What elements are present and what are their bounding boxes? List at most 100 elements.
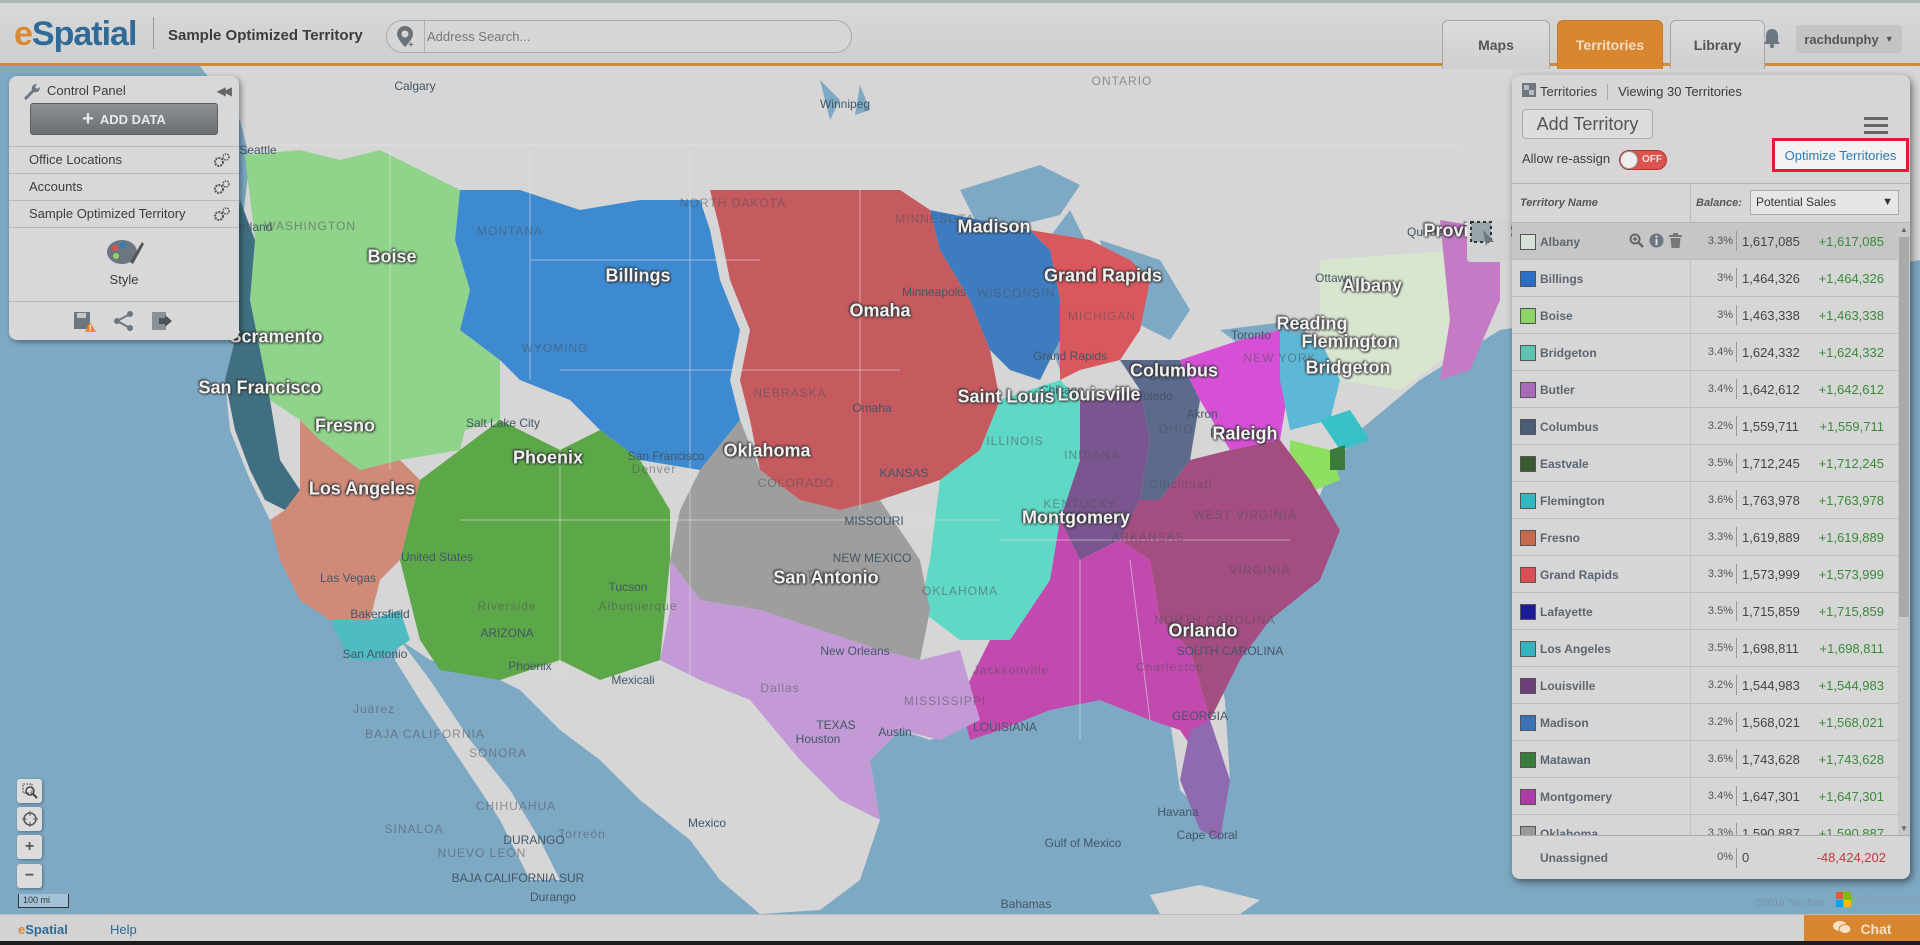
territory-row[interactable]: Montgomery 3.4% 1,647,301 +1,647,301	[1512, 778, 1898, 815]
user-menu[interactable]: rachdunphy ▼	[1796, 25, 1902, 53]
territory-difference: +1,619,889	[1818, 530, 1884, 545]
territory-label: Omaha	[849, 300, 911, 321]
place-label: CHIHUAHUA	[475, 799, 557, 813]
place-label: Gulf of Mexico	[1044, 836, 1122, 850]
optimize-territories-link[interactable]: Optimize Territories	[1785, 148, 1897, 163]
territory-difference: +1,647,301	[1818, 789, 1884, 804]
territory-row[interactable]: Boise 3% 1,463,338 +1,463,338	[1512, 297, 1898, 334]
place-label: VIRGINIA	[1229, 563, 1291, 577]
lasso-select-button[interactable]	[1467, 218, 1511, 262]
place-label: NUEVO LEÓN	[437, 846, 527, 860]
territory-row[interactable]: Lafayette 3.5% 1,715,859 +1,715,859	[1512, 593, 1898, 630]
territory-value: 1,712,245	[1742, 456, 1800, 471]
layer-accounts[interactable]: Accounts	[9, 173, 239, 200]
territory-row[interactable]: Billings 3% 1,464,326 +1,464,326	[1512, 260, 1898, 297]
add-territory-button[interactable]: Add Territory	[1522, 109, 1653, 139]
territory-row[interactable]: Grand Rapids 3.3% 1,573,999 +1,573,999	[1512, 556, 1898, 593]
territory-list-scrollbar[interactable]: ▲ ▼	[1898, 223, 1910, 835]
territory-color-swatch	[1520, 493, 1536, 509]
map-attribution: ©2019 TomTom	[1755, 898, 1825, 909]
save-warning-icon[interactable]: !	[73, 311, 97, 338]
territory-row[interactable]: Albany 3.3% 1,617,085 +1,617,085	[1512, 223, 1898, 260]
territory-row[interactable]: Columbus 3.2% 1,559,711 +1,559,711	[1512, 408, 1898, 445]
territory-percent: 3.6%	[1707, 494, 1733, 506]
place-label: United States	[400, 550, 474, 564]
value-divider	[1736, 305, 1737, 325]
territory-color-swatch	[1520, 308, 1536, 324]
layer-sample-optimized-territory[interactable]: Sample Optimized Territory	[9, 200, 239, 227]
map-title: Sample Optimized Territory	[168, 27, 363, 44]
collapse-panel-icon[interactable]: ◀◀	[217, 84, 233, 98]
territory-row[interactable]: Butler 3.4% 1,642,612 +1,642,612	[1512, 371, 1898, 408]
zoom-out-button[interactable]: −	[17, 864, 42, 888]
place-label: MICHIGAN	[1068, 309, 1136, 323]
value-divider	[1736, 527, 1737, 547]
place-label: MISSOURI	[844, 514, 904, 528]
export-icon[interactable]	[151, 311, 173, 336]
footer-logo[interactable]: eSpatial	[18, 922, 68, 937]
tab-territories[interactable]: Territories	[1557, 20, 1663, 69]
territory-difference: +1,698,811	[1819, 641, 1884, 656]
territory-value: 1,715,859	[1742, 604, 1800, 619]
territory-row[interactable]: Oklahoma 3.3% 1,590,887 +1,590,887	[1512, 815, 1898, 835]
territory-name: Albany	[1540, 235, 1581, 249]
panel-menu-icon[interactable]	[1864, 117, 1888, 138]
value-divider	[1736, 638, 1737, 658]
place-label: OHIO	[1158, 422, 1194, 436]
territory-row[interactable]: Los Angeles 3.5% 1,698,811 +1,698,811	[1512, 630, 1898, 667]
help-link[interactable]: Help	[110, 922, 137, 937]
zoom-box-button[interactable]	[17, 779, 42, 803]
territory-row[interactable]: Matawan 3.6% 1,743,628 +1,743,628	[1512, 741, 1898, 778]
style-button[interactable]: Style	[9, 227, 239, 293]
territory-row[interactable]: Eastvale 3.5% 1,712,245 +1,712,245	[1512, 445, 1898, 482]
territory-row[interactable]: Fresno 3.3% 1,619,889 +1,619,889	[1512, 519, 1898, 556]
layer-label: Sample Optimized Territory	[29, 206, 186, 221]
layer-office-locations[interactable]: Office Locations	[9, 146, 239, 173]
info-icon[interactable]	[1649, 233, 1664, 253]
balance-select[interactable]: Potential Sales ▼	[1750, 190, 1899, 215]
espatial-app: eSpatial Sample Optimized Territory + Ma…	[0, 0, 1920, 945]
zoom-in-button[interactable]: +	[17, 835, 42, 859]
territory-label: Columbus	[1130, 360, 1218, 381]
territory-row[interactable]: Madison 3.2% 1,568,021 +1,568,021	[1512, 704, 1898, 741]
zoom-to-territory-icon[interactable]	[1629, 233, 1644, 253]
notifications-bell-icon[interactable]	[1763, 27, 1781, 54]
place-label: Tucson	[608, 580, 648, 594]
scroll-down-icon[interactable]: ▼	[1900, 824, 1908, 833]
place-label: NEBRASKA	[753, 386, 827, 400]
territory-label: Saint Louis	[957, 386, 1055, 407]
chat-label: Chat	[1860, 920, 1892, 937]
share-icon[interactable]	[113, 311, 135, 336]
territory-color-swatch	[1520, 715, 1536, 731]
map-scale: 100 mi	[18, 894, 69, 908]
header-separator	[1607, 83, 1609, 100]
address-search-input[interactable]	[427, 21, 837, 52]
place-label: Torreón	[558, 827, 606, 841]
tab-maps[interactable]: Maps	[1442, 20, 1550, 69]
land-cuba	[1150, 885, 1260, 914]
chat-button[interactable]: Chat	[1804, 915, 1920, 942]
add-data-button[interactable]: + ADD DATA	[30, 103, 218, 135]
territory-percent: 3.6%	[1707, 753, 1733, 765]
territory-row[interactable]: Flemington 3.6% 1,763,978 +1,763,978	[1512, 482, 1898, 519]
scrollbar-thumb[interactable]	[1899, 237, 1909, 617]
tab-library[interactable]: Library	[1670, 20, 1765, 69]
locate-button[interactable]	[17, 807, 42, 831]
row-divider	[1690, 556, 1691, 593]
scroll-up-icon[interactable]: ▲	[1900, 225, 1908, 234]
place-label: GEORGIA	[1171, 709, 1229, 723]
row-divider	[1690, 778, 1691, 815]
place-label: MISSISSIPPI	[903, 694, 987, 708]
territory-value: 1,590,887	[1742, 826, 1800, 835]
value-divider	[1736, 749, 1737, 769]
place-label: SOUTH CAROLINA	[1176, 644, 1284, 658]
add-location-icon[interactable]: +	[387, 21, 425, 52]
territory-row[interactable]: Bridgeton 3.4% 1,624,332 +1,624,332	[1512, 334, 1898, 371]
espatial-logo[interactable]: eSpatial	[14, 15, 137, 54]
territory-row[interactable]: Louisville 3.2% 1,544,983 +1,544,983	[1512, 667, 1898, 704]
layer-label: Accounts	[29, 179, 83, 194]
place-label: Riverside	[477, 599, 537, 613]
delete-trash-icon[interactable]	[1669, 233, 1682, 253]
allow-reassign-toggle[interactable]: OFF	[1619, 150, 1667, 170]
lasso-select-icon	[1470, 221, 1494, 246]
